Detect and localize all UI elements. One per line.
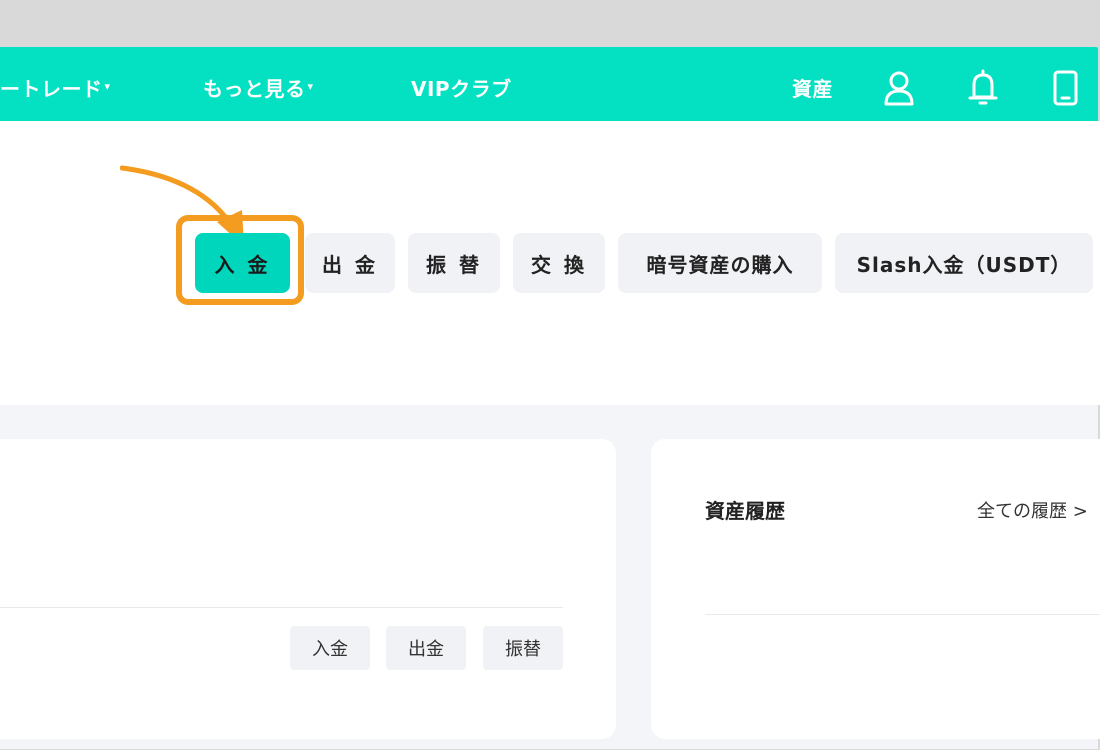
withdraw-button[interactable]: 出 金 [305, 233, 395, 293]
transfer-button[interactable]: 振 替 [408, 233, 500, 293]
caret-down-icon: ▾ [307, 80, 314, 93]
withdraw-label: 出 金 [322, 252, 378, 277]
bell-icon[interactable] [966, 69, 1000, 107]
nav-assets-label: 資産 [792, 77, 833, 101]
card-withdraw-button[interactable]: 出金 [386, 626, 466, 670]
deposit-button[interactable]: 入 金 [195, 233, 290, 293]
exchange-label: 交 換 [531, 252, 587, 277]
slash-deposit-button[interactable]: Slash入金（USDT） [835, 233, 1093, 293]
nav-trade-menu[interactable]: ートレード ▾ [0, 73, 111, 102]
nav-more-label: もっと見る [203, 77, 306, 101]
nav-assets[interactable]: 資産 [792, 73, 833, 102]
nav-more-menu[interactable]: もっと見る ▾ [203, 73, 314, 102]
slash-deposit-label: Slash入金（USDT） [856, 252, 1072, 277]
exchange-button[interactable]: 交 換 [513, 233, 605, 293]
balance-card [0, 439, 616, 739]
user-icon[interactable] [882, 69, 916, 107]
card-transfer-button[interactable]: 振替 [483, 626, 563, 670]
transfer-label: 振 替 [426, 252, 482, 277]
card-deposit-label: 入金 [312, 639, 348, 660]
nav-vip-club[interactable]: VIPクラブ [411, 73, 512, 102]
top-navigation-bar: ートレード ▾ もっと見る ▾ VIPクラブ 資産 [0, 47, 1098, 128]
card-deposit-button[interactable]: 入金 [290, 626, 370, 670]
nav-vip-label: VIPクラブ [411, 77, 512, 101]
card-withdraw-label: 出金 [408, 639, 444, 660]
buy-crypto-label: 暗号資産の購入 [646, 252, 794, 277]
phone-icon[interactable] [1050, 69, 1084, 107]
card-transfer-label: 振替 [505, 639, 541, 660]
all-history-link[interactable]: 全ての履歴 > [977, 497, 1088, 523]
nav-trade-label: ートレード [0, 77, 103, 101]
caret-down-icon: ▾ [104, 80, 111, 93]
asset-history-card [651, 439, 1100, 739]
buy-crypto-button[interactable]: 暗号資産の購入 [618, 233, 822, 293]
deposit-label: 入 金 [214, 252, 271, 277]
asset-history-title: 資産履歴 [705, 499, 785, 523]
balance-card-divider [0, 607, 563, 608]
history-divider [705, 614, 1100, 615]
